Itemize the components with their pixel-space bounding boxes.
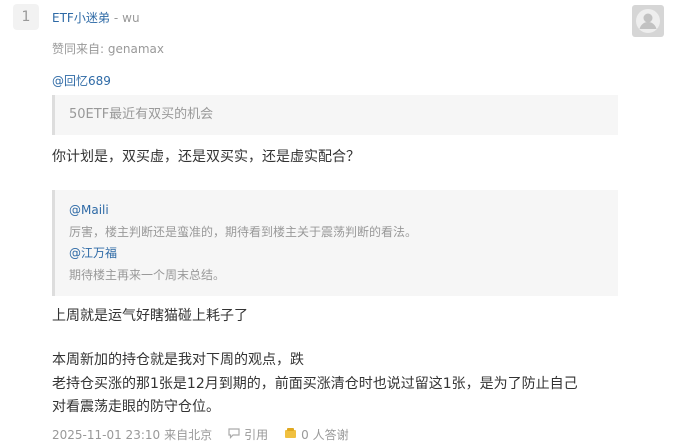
- answers-label: 0 人答谢: [301, 428, 349, 442]
- reply-text: 上周就是运气好瞎猫碰上耗子了: [52, 308, 248, 324]
- body-line: 老持仓买涨的那1张是12月到期的，前面买涨清仓时也说过留这1张，是为了防止自己: [52, 376, 578, 392]
- author-separator: -: [113, 11, 119, 25]
- body-line: 对看震荡走眼的防守仓位。: [52, 399, 220, 415]
- mention-link: @回忆689: [52, 72, 111, 89]
- post-datetime: 2025-11-01 23:10: [52, 427, 161, 442]
- quote-user-link[interactable]: @江万福: [69, 246, 117, 260]
- quote-label: 引用: [244, 428, 269, 442]
- reply-text: 你计划是，双买虚，还是双买实，还是虚实配合？: [52, 149, 360, 165]
- thanks-action[interactable]: 0 人答谢: [284, 426, 349, 443]
- body-line: 本周新加的持仓就是我对下周的观点，跌: [52, 352, 304, 368]
- quote-user-link[interactable]: @Maili: [69, 203, 109, 217]
- post-location: 来自北京: [164, 428, 213, 442]
- user-avatar-icon[interactable]: [632, 5, 664, 37]
- quote-block: 50ETF最近有双买的机会: [52, 95, 618, 135]
- agree-source: 赞同来自: genamax: [52, 42, 164, 56]
- post-footer: 2025-11-01 23:10 来自北京 引用 0 人答谢: [52, 426, 349, 443]
- quote-text: 期待楼主再来一个周末总结。: [69, 267, 226, 282]
- post-header: ETF小迷弟 - wu: [52, 9, 140, 26]
- author-name[interactable]: ETF小迷弟: [52, 11, 110, 25]
- author-tagline: wu: [122, 11, 140, 25]
- floor-number: 1: [13, 4, 39, 30]
- thanks-icon: [284, 427, 301, 442]
- quote-action[interactable]: 引用: [228, 426, 268, 443]
- mention-user-link[interactable]: @回忆689: [52, 74, 111, 88]
- quote-block-nested: @Maili 厉害，楼主判断还是蛮准的，期待看到楼主关于震荡判断的看法。 @江万…: [52, 190, 618, 296]
- comment-icon: [228, 427, 244, 442]
- quote-text: 厉害，楼主判断还是蛮准的，期待看到楼主关于震荡判断的看法。: [69, 224, 418, 239]
